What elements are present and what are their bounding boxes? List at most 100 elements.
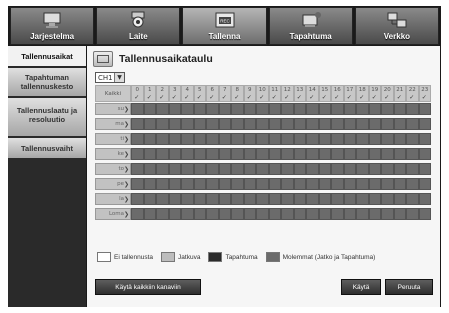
- schedule-cell[interactable]: [181, 148, 194, 160]
- schedule-cell[interactable]: [268, 148, 281, 160]
- schedule-cell[interactable]: [256, 103, 269, 115]
- schedule-cell[interactable]: [268, 178, 281, 190]
- schedule-cell[interactable]: [318, 163, 331, 175]
- schedule-cell[interactable]: [256, 208, 269, 220]
- schedule-cell[interactable]: [193, 193, 206, 205]
- schedule-cell[interactable]: [206, 193, 219, 205]
- schedule-cell[interactable]: [381, 148, 394, 160]
- schedule-cell[interactable]: [393, 103, 406, 115]
- schedule-cell[interactable]: [193, 208, 206, 220]
- schedule-cell[interactable]: [231, 178, 244, 190]
- hour-header[interactable]: 10 ✓: [256, 85, 269, 102]
- schedule-cell[interactable]: [206, 118, 219, 130]
- schedule-cell[interactable]: [143, 103, 156, 115]
- day-row-label[interactable]: Loma ❯: [95, 208, 131, 220]
- schedule-cell[interactable]: [256, 148, 269, 160]
- schedule-cell[interactable]: [368, 208, 381, 220]
- schedule-cell[interactable]: [406, 133, 419, 145]
- schedule-cell[interactable]: [156, 118, 169, 130]
- schedule-cell[interactable]: [206, 208, 219, 220]
- schedule-cell[interactable]: [368, 148, 381, 160]
- schedule-cell[interactable]: [281, 133, 294, 145]
- hour-header[interactable]: 3 ✓: [168, 85, 181, 102]
- tab-jarjestelma[interactable]: Jarjestelma: [10, 7, 95, 45]
- schedule-cell[interactable]: [381, 178, 394, 190]
- schedule-cell[interactable]: [281, 118, 294, 130]
- schedule-cell[interactable]: [381, 103, 394, 115]
- tab-verkko[interactable]: Verkko: [354, 7, 440, 45]
- schedule-cell[interactable]: [343, 193, 356, 205]
- hour-header[interactable]: 1 ✓: [143, 85, 156, 102]
- schedule-cell[interactable]: [268, 118, 281, 130]
- schedule-cell[interactable]: [168, 193, 181, 205]
- schedule-cell[interactable]: [231, 118, 244, 130]
- hour-header[interactable]: 21 ✓: [393, 85, 406, 102]
- select-all-cell[interactable]: Kaikki: [95, 85, 131, 102]
- schedule-cell[interactable]: [231, 193, 244, 205]
- hour-header[interactable]: 13 ✓: [293, 85, 306, 102]
- schedule-cell[interactable]: [418, 148, 431, 160]
- schedule-cell[interactable]: [418, 208, 431, 220]
- hour-header[interactable]: 23 ✓: [418, 85, 431, 102]
- schedule-cell[interactable]: [306, 118, 319, 130]
- schedule-cell[interactable]: [231, 103, 244, 115]
- schedule-cell[interactable]: [256, 118, 269, 130]
- schedule-cell[interactable]: [281, 148, 294, 160]
- schedule-cell[interactable]: [368, 178, 381, 190]
- schedule-cell[interactable]: [306, 103, 319, 115]
- schedule-cell[interactable]: [218, 133, 231, 145]
- schedule-cell[interactable]: [231, 133, 244, 145]
- schedule-cell[interactable]: [318, 148, 331, 160]
- schedule-cell[interactable]: [218, 178, 231, 190]
- schedule-cell[interactable]: [343, 163, 356, 175]
- schedule-cell[interactable]: [181, 133, 194, 145]
- schedule-cell[interactable]: [131, 133, 144, 145]
- schedule-cell[interactable]: [293, 208, 306, 220]
- schedule-cell[interactable]: [181, 103, 194, 115]
- sidebar-item-tallennusaikat[interactable]: Tallennusaikat: [8, 46, 86, 68]
- channel-select[interactable]: CH1 ▼: [95, 72, 125, 83]
- schedule-cell[interactable]: [231, 148, 244, 160]
- hour-header[interactable]: 18 ✓: [356, 85, 369, 102]
- schedule-cell[interactable]: [156, 208, 169, 220]
- schedule-cell[interactable]: [218, 163, 231, 175]
- schedule-cell[interactable]: [156, 163, 169, 175]
- schedule-cell[interactable]: [143, 178, 156, 190]
- schedule-cell[interactable]: [343, 178, 356, 190]
- day-row-label[interactable]: ke ❯: [95, 148, 131, 160]
- schedule-cell[interactable]: [143, 133, 156, 145]
- schedule-cell[interactable]: [193, 148, 206, 160]
- sidebar-item-tallennusvaiht[interactable]: Tallennusvaiht: [8, 138, 86, 160]
- schedule-cell[interactable]: [181, 193, 194, 205]
- schedule-cell[interactable]: [406, 103, 419, 115]
- schedule-cell[interactable]: [343, 208, 356, 220]
- schedule-cell[interactable]: [306, 193, 319, 205]
- schedule-cell[interactable]: [406, 178, 419, 190]
- schedule-cell[interactable]: [206, 148, 219, 160]
- schedule-cell[interactable]: [268, 103, 281, 115]
- schedule-cell[interactable]: [156, 178, 169, 190]
- schedule-cell[interactable]: [143, 193, 156, 205]
- schedule-cell[interactable]: [343, 133, 356, 145]
- schedule-cell[interactable]: [356, 103, 369, 115]
- schedule-cell[interactable]: [256, 163, 269, 175]
- hour-header[interactable]: 8 ✓: [231, 85, 244, 102]
- schedule-cell[interactable]: [356, 163, 369, 175]
- schedule-cell[interactable]: [231, 208, 244, 220]
- schedule-cell[interactable]: [368, 163, 381, 175]
- schedule-cell[interactable]: [293, 133, 306, 145]
- schedule-cell[interactable]: [368, 193, 381, 205]
- schedule-cell[interactable]: [318, 133, 331, 145]
- schedule-cell[interactable]: [181, 163, 194, 175]
- schedule-cell[interactable]: [381, 118, 394, 130]
- hour-header[interactable]: 0 ✓: [131, 85, 144, 102]
- schedule-cell[interactable]: [156, 148, 169, 160]
- hour-header[interactable]: 14 ✓: [306, 85, 319, 102]
- schedule-cell[interactable]: [318, 118, 331, 130]
- schedule-cell[interactable]: [168, 103, 181, 115]
- schedule-cell[interactable]: [406, 163, 419, 175]
- schedule-cell[interactable]: [306, 208, 319, 220]
- schedule-cell[interactable]: [193, 178, 206, 190]
- hour-header[interactable]: 20 ✓: [381, 85, 394, 102]
- hour-header[interactable]: 16 ✓: [331, 85, 344, 102]
